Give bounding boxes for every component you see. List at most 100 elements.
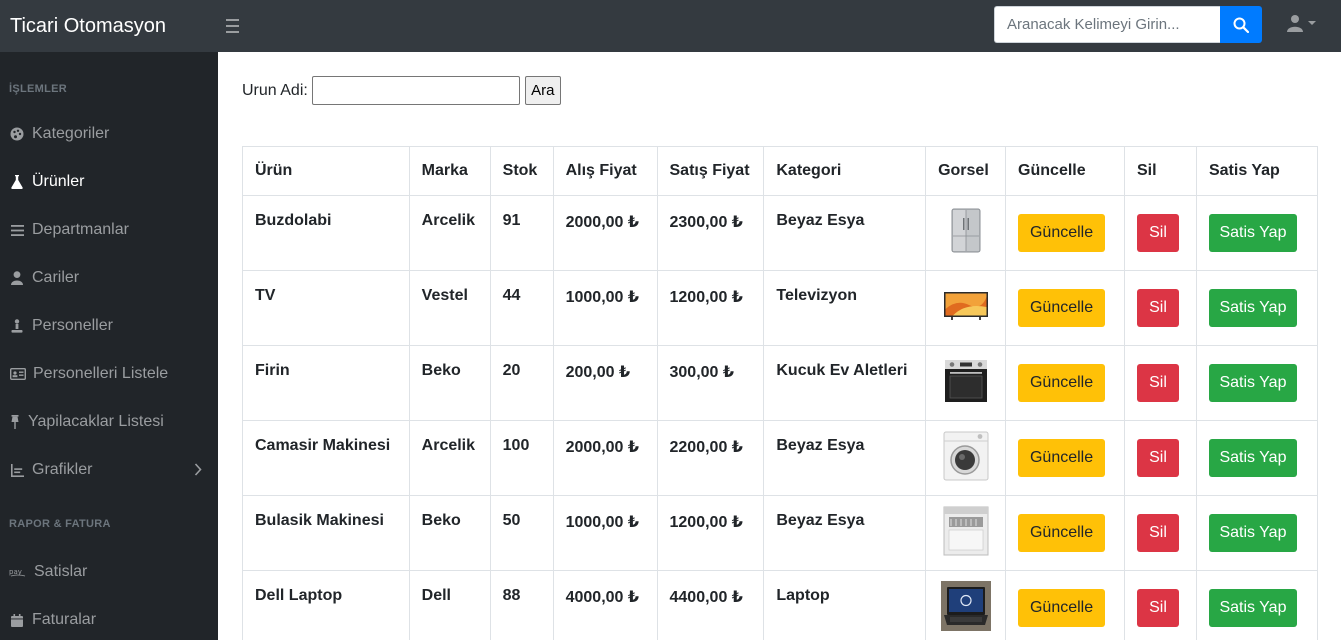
column-header: Gorsel — [925, 146, 1007, 196]
delete-button[interactable]: Sil — [1137, 439, 1179, 477]
column-header: Alış Fiyat — [552, 146, 658, 196]
table-header-row: Ürün Marka Stok Alış Fiyat Satış Fiyat K… — [242, 146, 1319, 196]
update-button[interactable]: Güncelle — [1018, 439, 1106, 477]
sell-button[interactable]: Satis Yap — [1208, 439, 1297, 477]
cell-alis-fiyat: 2000,00 ₺ — [552, 420, 658, 496]
navbar-search — [994, 6, 1262, 43]
cell-urun: Dell Laptop — [242, 570, 410, 640]
sidebar-item-personeller[interactable]: Personeller — [0, 302, 218, 350]
cell-alis-fiyat: 200,00 ₺ — [552, 345, 658, 421]
id-card-icon — [9, 366, 26, 382]
sidebar-item-cariler[interactable]: Cariler — [0, 254, 218, 302]
update-button[interactable]: Güncelle — [1018, 289, 1106, 327]
table-row: Firin Beko 20 200,00 ₺ 300,00 ₺ Kucuk Ev… — [242, 345, 1319, 421]
brand-title[interactable]: Ticari Otomasyon — [0, 0, 218, 52]
cell-alis-fiyat: 4000,00 ₺ — [552, 570, 658, 640]
sell-button[interactable]: Satis Yap — [1208, 289, 1297, 327]
cell-satis-fiyat: 4400,00 ₺ — [656, 570, 765, 640]
cell-alis-fiyat: 1000,00 ₺ — [552, 270, 658, 346]
pay-icon: pay — [9, 564, 27, 580]
search-button[interactable] — [1220, 6, 1262, 43]
chevron-right-icon — [194, 463, 202, 481]
cell-satis-fiyat: 2200,00 ₺ — [656, 420, 765, 496]
delete-button[interactable]: Sil — [1137, 289, 1179, 327]
laptop-image — [940, 580, 991, 631]
delete-button[interactable]: Sil — [1137, 514, 1179, 552]
sell-button[interactable]: Satis Yap — [1208, 214, 1297, 252]
update-button[interactable]: Güncelle — [1018, 514, 1106, 552]
sidebar: İŞLEMLER Kategoriler Ürünler Departmanla… — [0, 52, 218, 640]
cell-stok: 20 — [489, 345, 554, 421]
sell-button[interactable]: Satis Yap — [1208, 589, 1297, 627]
sidebar-heading-islemler: İŞLEMLER — [9, 83, 68, 95]
chevron-down-icon — [1308, 21, 1316, 25]
calendar-icon — [9, 612, 25, 628]
user-icon — [1287, 15, 1303, 32]
sidebar-item-personelleri-listele[interactable]: Personelleri Listele — [0, 350, 218, 398]
cell-marka: Arcelik — [408, 195, 491, 271]
sidebar-item-label: Grafikler — [32, 461, 93, 478]
search-icon — [1233, 17, 1249, 33]
chart-icon — [9, 462, 25, 478]
sidebar-item-label: Personeller — [32, 317, 113, 334]
update-button[interactable]: Güncelle — [1018, 214, 1106, 252]
sidebar-item-grafikler[interactable]: Grafikler — [0, 446, 218, 494]
cell-alis-fiyat: 2000,00 ₺ — [552, 195, 658, 271]
products-table: Ürün Marka Stok Alış Fiyat Satış Fiyat K… — [242, 146, 1319, 640]
sidebar-item-label: Departmanlar — [32, 221, 129, 238]
sidebar-item-label: Satislar — [34, 563, 88, 580]
product-name-input[interactable] — [311, 76, 520, 105]
tv-image — [943, 291, 988, 320]
cell-satis-fiyat: 2300,00 ₺ — [656, 195, 765, 271]
delete-button[interactable]: Sil — [1137, 214, 1179, 252]
cell-stok: 91 — [489, 195, 554, 271]
column-header: Güncelle — [1005, 146, 1125, 196]
cell-kategori: Beyaz Esya — [763, 420, 927, 496]
cell-urun: Camasir Makinesi — [242, 420, 410, 496]
update-button[interactable]: Güncelle — [1018, 364, 1106, 402]
user-menu[interactable] — [1286, 14, 1316, 32]
cell-kategori: Beyaz Esya — [763, 195, 927, 271]
cell-kategori: Laptop — [763, 570, 927, 640]
cell-marka: Beko — [408, 345, 491, 421]
sidebar-item-yapilacaklar-listesi[interactable]: Yapilacaklar Listesi — [0, 398, 218, 446]
sidebar-item-satislar[interactable]: pay Satislar — [0, 548, 218, 596]
cell-marka: Vestel — [408, 270, 491, 346]
sidebar-item-departmanlar[interactable]: Departmanlar — [0, 206, 218, 254]
cell-satis-fiyat: 300,00 ₺ — [656, 345, 765, 421]
table-row: Buzdolabi Arcelik 91 2000,00 ₺ 2300,00 ₺… — [242, 195, 1319, 271]
column-header: Satış Fiyat — [656, 146, 765, 196]
cell-marka: Arcelik — [408, 420, 491, 496]
cell-urun: Buzdolabi — [242, 195, 410, 271]
sell-button[interactable]: Satis Yap — [1208, 514, 1297, 552]
pin-icon — [9, 414, 21, 430]
dishwasher-image — [943, 506, 989, 555]
table-row: Camasir Makinesi Arcelik 100 2000,00 ₺ 2… — [242, 420, 1319, 496]
search-submit-button[interactable]: Ara — [524, 76, 561, 105]
cell-marka: Dell — [408, 570, 491, 640]
menu-toggle-icon[interactable] — [226, 19, 244, 33]
update-button[interactable]: Güncelle — [1018, 589, 1106, 627]
main-content: Urun Adi: Ara Ürün Marka Stok Alış Fiyat… — [218, 52, 1341, 640]
cell-kategori: Beyaz Esya — [763, 495, 927, 571]
column-header: Marka — [408, 146, 491, 196]
sidebar-item-kategoriler[interactable]: Kategoriler — [0, 110, 218, 158]
sidebar-item-faturalar[interactable]: Faturalar — [0, 596, 218, 640]
user-icon — [9, 270, 25, 286]
search-input[interactable] — [994, 6, 1220, 43]
sidebar-item-urunler[interactable]: Ürünler — [0, 158, 218, 206]
column-header: Ürün — [242, 146, 410, 196]
delete-button[interactable]: Sil — [1137, 364, 1179, 402]
flask-icon — [9, 174, 25, 190]
cell-urun: Bulasik Makinesi — [242, 495, 410, 571]
cell-kategori: Kucuk Ev Aletleri — [763, 345, 927, 421]
cell-urun: Firin — [242, 345, 410, 421]
cell-stok: 100 — [489, 420, 554, 496]
sidebar-item-label: Kategoriler — [32, 125, 110, 142]
cell-stok: 88 — [489, 570, 554, 640]
sidebar-item-label: Cariler — [32, 269, 80, 286]
cell-satis-fiyat: 1200,00 ₺ — [656, 495, 765, 571]
delete-button[interactable]: Sil — [1137, 589, 1179, 627]
column-header: Stok — [489, 146, 554, 196]
sell-button[interactable]: Satis Yap — [1208, 364, 1297, 402]
